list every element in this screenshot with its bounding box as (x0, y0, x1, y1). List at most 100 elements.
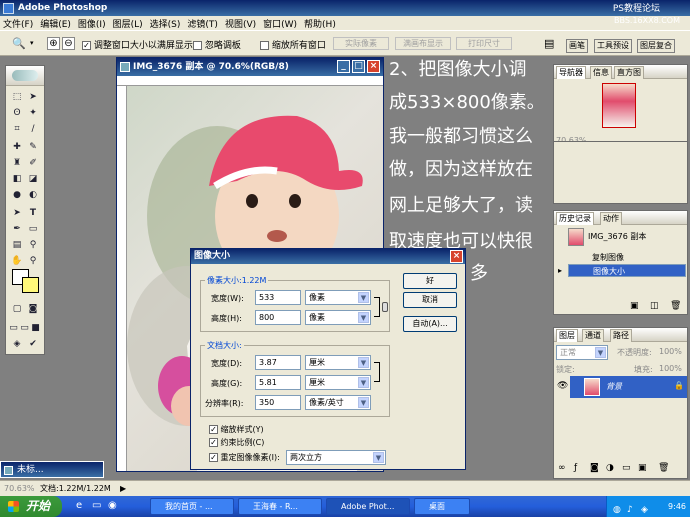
zoom-all-option[interactable]: 缩放所有窗口 (260, 38, 326, 51)
marquee-tool-icon[interactable]: ⬚ (10, 90, 24, 104)
scale-styles-option[interactable]: 缩放样式(Y) (209, 424, 264, 435)
print-size-button[interactable]: 打印尺寸 (456, 37, 512, 50)
tray-security-icon[interactable]: ◈ (641, 500, 648, 517)
jump-to-imageready-icon[interactable]: ◈ (10, 337, 24, 351)
quick-launch-desktop-icon[interactable]: ▭ (92, 500, 101, 511)
screen-mode-full-icon[interactable]: ■ (30, 321, 41, 335)
menu-file[interactable]: 文件(F) (3, 17, 33, 30)
clone-stamp-tool-icon[interactable]: ♜ (10, 156, 24, 170)
minimize-icon[interactable]: _ (337, 60, 350, 73)
tab-layer-comps[interactable]: 图层复合 (637, 39, 675, 53)
gradient-tool-icon[interactable]: ◪ (26, 172, 40, 186)
doc-width-unit-select[interactable]: 厘米 ▼ (305, 355, 371, 370)
resolution-unit-select[interactable]: 像素/英寸 ▼ (305, 395, 371, 410)
zoom-tool-icon[interactable]: ⚲ (26, 254, 40, 268)
notes-tool-icon[interactable]: ▤ (10, 238, 24, 252)
pixel-width-unit-select[interactable]: 像素 ▼ (305, 290, 371, 305)
tab-navigator[interactable]: 导航器 (556, 66, 586, 79)
document-title-bar[interactable]: IMG_3676 副本 @ 70.6%(RGB/8) _ □ × (117, 58, 383, 76)
zoom-out-icon[interactable]: ⊖ (62, 37, 75, 50)
background-color-swatch[interactable] (22, 277, 39, 293)
history-brush-tool-icon[interactable]: ✐ (26, 156, 40, 170)
resize-windows-checkbox[interactable] (82, 41, 91, 50)
snapshot-name[interactable]: IMG_3676 副本 (588, 231, 646, 242)
new-layer-icon[interactable]: ▣ (638, 463, 647, 473)
eyedropper-tool-icon[interactable]: ⚲ (26, 238, 40, 252)
dodge-tool-icon[interactable]: ◐ (26, 188, 40, 202)
new-group-icon[interactable]: ▭ (622, 463, 631, 473)
hand-tool-icon[interactable]: ✋ (10, 254, 24, 268)
resize-windows-option[interactable]: 调整窗口大小以满屏显示 (82, 38, 193, 51)
menu-edit[interactable]: 编辑(E) (40, 17, 71, 30)
taskbar-item-photoshop[interactable]: Adobe Phot... (326, 498, 410, 515)
start-button[interactable]: 开始 (0, 496, 62, 517)
cancel-button[interactable]: 取消 (403, 292, 457, 308)
palette-well-icon[interactable]: ▤ (544, 37, 554, 50)
ok-button[interactable]: 好 (403, 273, 457, 289)
type-tool-icon[interactable]: T (26, 206, 40, 220)
fit-screen-button[interactable]: 满画布显示 (395, 37, 451, 50)
dialog-title-bar[interactable]: 图像大小 × (191, 249, 465, 264)
standard-mode-icon[interactable]: ▢ (10, 302, 24, 316)
constrain-proportions-option[interactable]: 约束比例(C) (209, 437, 264, 448)
chevron-down-icon[interactable]: ▾ (30, 39, 34, 47)
status-doc-info[interactable]: 文档:1.22M/1.22M (40, 481, 111, 496)
resolution-input[interactable]: 350 (255, 395, 301, 410)
healing-brush-tool-icon[interactable]: ✚ (10, 140, 24, 154)
tab-channels[interactable]: 通道 (582, 329, 604, 342)
ignore-palettes-option[interactable]: 忽略调板 (193, 38, 241, 51)
feather-logo-icon[interactable] (12, 70, 38, 81)
screen-mode-menu-icon[interactable]: ▭ (19, 321, 30, 335)
taskbar-item-blog[interactable]: 王海春 - R... (238, 498, 322, 515)
imageready-check-icon[interactable]: ✔ (26, 337, 40, 351)
layer-row-background[interactable]: 背景 🔒 (570, 376, 687, 398)
close-icon[interactable]: × (367, 60, 380, 73)
zoom-in-icon[interactable]: ⊕ (47, 37, 60, 50)
brush-tool-icon[interactable]: ✎ (26, 140, 40, 154)
eraser-tool-icon[interactable]: ◧ (10, 172, 24, 186)
doc-height-unit-select[interactable]: 厘米 ▼ (305, 375, 371, 390)
resample-option[interactable]: 重定图像像素(I): (209, 452, 280, 463)
link-layers-icon[interactable]: ∞ (558, 463, 566, 473)
tab-history[interactable]: 历史记录 (556, 212, 594, 225)
layer-mask-icon[interactable]: ◙ (590, 463, 599, 473)
menu-layer[interactable]: 图层(L) (113, 17, 143, 30)
auto-button[interactable]: 自动(A)... (403, 316, 457, 332)
menu-image[interactable]: 图像(I) (78, 17, 106, 30)
snapshot-thumbnail[interactable] (568, 228, 584, 246)
dialog-close-icon[interactable]: × (450, 250, 463, 263)
pen-tool-icon[interactable]: ✒ (10, 222, 24, 236)
navigator-thumbnail[interactable] (602, 83, 636, 128)
layer-style-icon[interactable]: ƒ (574, 463, 577, 473)
new-document-icon[interactable]: ▣ (630, 301, 639, 311)
slice-tool-icon[interactable]: ∕ (26, 122, 40, 136)
lasso-tool-icon[interactable]: ʘ (10, 106, 24, 120)
menu-view[interactable]: 视图(V) (225, 17, 256, 30)
blend-mode-select[interactable]: 正常 ▼ (556, 345, 608, 360)
tab-brushes[interactable]: 画笔 (566, 39, 588, 53)
move-tool-icon[interactable]: ➤ (26, 90, 40, 104)
menu-select[interactable]: 选择(S) (150, 17, 181, 30)
quick-launch-browser-icon[interactable]: e (76, 500, 82, 511)
screen-mode-standard-icon[interactable]: ▭ (8, 321, 19, 335)
delete-layer-icon[interactable]: 🗑 (658, 463, 669, 473)
trash-icon[interactable]: 🗑 (670, 301, 681, 311)
maximize-icon[interactable]: □ (352, 60, 365, 73)
opacity-value[interactable]: 100% (659, 347, 682, 356)
resample-checkbox[interactable] (209, 453, 218, 462)
adjustment-layer-icon[interactable]: ◑ (606, 463, 614, 473)
quick-mask-mode-icon[interactable]: ◙ (26, 302, 40, 316)
blur-tool-icon[interactable]: ● (10, 188, 24, 202)
zoom-tool-icon[interactable]: 🔍 (12, 37, 26, 50)
resample-method-select[interactable]: 两次立方 ▼ (286, 450, 386, 465)
zoom-all-checkbox[interactable] (260, 41, 269, 50)
tab-paths[interactable]: 路径 (610, 329, 632, 342)
history-item-duplicate[interactable]: 复制图像 (568, 251, 686, 264)
crop-tool-icon[interactable]: ⌗ (10, 122, 24, 136)
taskbar-item-homepage[interactable]: 我的首页 - ... (150, 498, 234, 515)
pixel-width-input[interactable]: 533 (255, 290, 301, 305)
status-arrow-icon[interactable]: ▶ (120, 481, 126, 496)
history-item-image-size[interactable]: 图像大小 (568, 264, 686, 277)
doc-height-input[interactable]: 5.81 (255, 375, 301, 390)
path-selection-tool-icon[interactable]: ➤ (10, 206, 24, 220)
